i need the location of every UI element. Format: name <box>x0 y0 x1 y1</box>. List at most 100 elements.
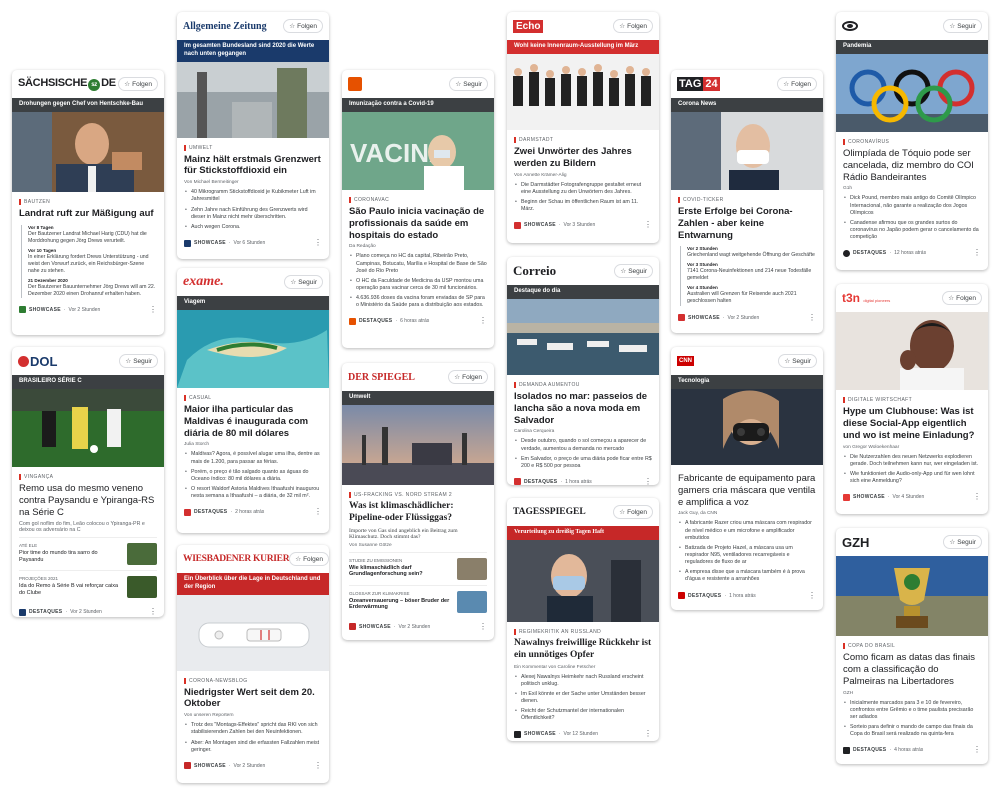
follow-button[interactable]: ☆ Folgen <box>613 505 653 519</box>
card-tag24[interactable]: TAG 24 ☆ Folgen Corona News COVID-TICKER E… <box>671 70 823 333</box>
story-title[interactable]: Maior ilha particular das Maldivas é ina… <box>184 404 322 440</box>
bullet-item[interactable]: Aber: An Montagen sind die erfassten Fal… <box>184 740 322 754</box>
story-title[interactable]: Zwei Unwörter des Jahres werden zu Bilde… <box>514 146 652 170</box>
card-globo[interactable]: ☆ Seguir Pandemia CORONAVÍRUS Olimpíada d… <box>836 12 988 270</box>
timeline-item[interactable]: Der Bautzener Bauunternehmer Jörg Drews … <box>28 284 157 298</box>
more-options-icon[interactable]: ⋮ <box>973 249 981 257</box>
card-estadao[interactable]: ☆ Seguir Imunização contra a Covid-19 VAC… <box>342 70 494 348</box>
story-title[interactable]: Niedrigster Wert seit dem 20. Oktober <box>184 687 322 711</box>
story-title[interactable]: Landrat ruft zur Mäßigung auf <box>19 208 157 220</box>
card-saechsische[interactable]: SÄCHSISCHE sz DE ☆ Folgen Drohungen gegen C… <box>12 70 164 335</box>
follow-button[interactable]: ☆ Folgen <box>118 77 158 91</box>
card-gzh[interactable]: GZH ☆ Seguir COPA DO BRASIL Como ficam as… <box>836 528 988 764</box>
card-echo[interactable]: Echo ☆ Folgen Wohl keine Innenraum-Ausste… <box>507 12 659 243</box>
story-title[interactable]: Olimpíada de Tóquio pode ser cancelada, … <box>843 148 981 184</box>
timeline-item[interactable]: Der Bautzener Landrat Michael Harig (CDU… <box>28 231 157 245</box>
bullet-item[interactable]: Die Darmstädter Fotografengruppe gestalt… <box>514 182 652 196</box>
bullet-item[interactable]: Sorteio para definir o mando de campo da… <box>843 724 981 738</box>
card-correio[interactable]: Correio ☆ Seguir Destaque do dia DEMANDA … <box>507 257 659 485</box>
more-options-icon[interactable]: ⋮ <box>644 730 652 738</box>
bullet-item[interactable]: Batizada de Projeto Hazel, a máscara usa… <box>678 545 816 566</box>
card-cnn[interactable]: CNN ☆ Seguir Tecnologia Fabricante de equ… <box>671 347 823 610</box>
card-t3n[interactable]: t3n digital pioneers ☆ Folgen DIGITALE WI… <box>836 284 988 514</box>
story-title[interactable]: Hype um Clubhouse: Was ist diese Social-… <box>843 406 981 442</box>
card-exame[interactable]: exame. ☆ Seguir Viagem CASUAL Maior ilha … <box>177 268 329 533</box>
card-wiesbadener-kurier[interactable]: WIESBADENER KURIER ☆ Folgen Ein Überblick… <box>177 545 329 783</box>
timeline-item[interactable]: Australien will Grenzen für Reisende auc… <box>687 291 816 305</box>
card-allgemeine-zeitung[interactable]: Allgemeine Zeitung ☆ Folgen Im gesamten B… <box>177 12 329 259</box>
more-options-icon[interactable]: ⋮ <box>314 761 322 770</box>
source-icon <box>184 508 191 516</box>
more-options-icon[interactable]: ⋮ <box>644 477 652 485</box>
bullet-item[interactable]: Alexej Nawalnys Heimkehr nach Russland e… <box>514 674 652 688</box>
bullet-item[interactable]: Inicialmente marcados para 3 e 10 de fev… <box>843 700 981 721</box>
related-story[interactable]: STUDIE ZU EMISSIONEN Wie klimaschädlich d… <box>349 551 487 585</box>
bullet-item[interactable]: Plano começa no HC da capital, Ribeirão … <box>349 253 487 274</box>
more-options-icon[interactable]: ⋮ <box>808 591 816 600</box>
more-options-icon[interactable]: ⋮ <box>479 317 487 325</box>
byline: Von unseren Reportern <box>184 713 234 719</box>
bullet-item[interactable]: A fabricante Razer criou uma máscara com… <box>678 520 816 541</box>
related-story[interactable]: ATÉ ELE Pior time do mundo tira sarro do … <box>19 537 157 570</box>
follow-button[interactable]: ☆ Folgen <box>777 77 817 91</box>
follow-button[interactable]: ☆ Folgen <box>942 291 982 305</box>
bullet-item[interactable]: Wie funktioniert die Audio-only-App und … <box>843 471 981 485</box>
story-title[interactable]: Nawalnys freiwillige Rückkehr ist ein un… <box>514 638 652 662</box>
more-options-icon[interactable]: ⋮ <box>149 305 157 314</box>
follow-button[interactable]: ☆ Folgen <box>448 370 488 384</box>
more-options-icon[interactable]: ⋮ <box>973 493 981 501</box>
story-title[interactable]: Como ficam as datas das finais com a cla… <box>843 652 981 688</box>
bullet-item[interactable]: O HC da Faculdade de Medicina da USP mon… <box>349 278 487 292</box>
related-story[interactable]: PROJEÇÕES 2021 Ida do Remo à Série B vai … <box>19 570 157 603</box>
more-options-icon[interactable]: ⋮ <box>314 239 322 247</box>
more-options-icon[interactable]: ⋮ <box>808 313 816 322</box>
bullet-item[interactable]: Auch wegen Corona. <box>184 224 322 231</box>
bullet-item[interactable]: Porém, o preço é tão salgado quanto as á… <box>184 469 322 483</box>
story-title[interactable]: Remo usa do mesmo veneno contra Paysandu… <box>19 483 157 519</box>
follow-button[interactable]: ☆ Seguir <box>943 19 982 33</box>
story-title[interactable]: São Paulo inicia vacinação de profission… <box>349 206 487 242</box>
follow-button[interactable]: ☆ Folgen <box>613 19 653 33</box>
timeline-item[interactable]: Griechenland wagt weitgehende Öffnung de… <box>687 252 816 259</box>
more-options-icon[interactable]: ⋮ <box>644 221 652 229</box>
bullet-item[interactable]: 4.636.936 doses da vacina foram enviadas… <box>349 295 487 309</box>
bullet-item[interactable]: Em Salvador, o preço de uma diária pode … <box>514 456 652 470</box>
follow-button[interactable]: ☆ Folgen <box>283 19 323 33</box>
follow-button[interactable]: ☆ Seguir <box>119 354 158 368</box>
story-title[interactable]: Isolados no mar: passeios de lancha são … <box>514 391 652 427</box>
story-title[interactable]: Was ist klimaschädlicher: Pipeline-oder … <box>349 501 487 525</box>
story-title[interactable]: Erste Erfolge bei Corona-Zahlen - aber k… <box>678 206 816 242</box>
follow-button[interactable]: ☆ Seguir <box>778 354 817 368</box>
bullet-item[interactable]: 40 Mikrogramm Stickstoffdioxid je Kubikm… <box>184 189 322 203</box>
bullet-item[interactable]: O resort Waldorf Astoria Maldives Ithaaf… <box>184 486 322 500</box>
bullet-item[interactable]: Maldivas? Agora, é possível alugar uma i… <box>184 451 322 465</box>
bullet-item[interactable]: Canadense afirmou que os grandes surtos … <box>843 220 981 241</box>
related-story[interactable]: GLOSSAR ZUR KLIMAKRISE Ozeanversauerung –… <box>349 584 487 618</box>
card-tagesspiegel[interactable]: TAGESSPIEGEL ☆ Folgen Verurteilung zu dre… <box>507 498 659 741</box>
follow-button[interactable]: ☆ Seguir <box>284 275 323 289</box>
timeline-item[interactable]: In einer Erklärung fordert Drews Unterst… <box>28 254 157 275</box>
follow-button[interactable]: ☆ Seguir <box>943 535 982 549</box>
follow-button[interactable]: ☆ Folgen <box>289 552 329 566</box>
card-dol[interactable]: DOL ☆ Seguir BRASILEIRO SÉRIE C VINGANÇA … <box>12 347 164 617</box>
bullet-item[interactable]: Zehn Jahre nach Einführung des Grenzwert… <box>184 207 322 221</box>
more-options-icon[interactable]: ⋮ <box>973 746 981 754</box>
follow-button[interactable]: ☆ Seguir <box>614 264 653 278</box>
bullet-item[interactable]: A empresa disse que a máscara também é à… <box>678 569 816 583</box>
story-title[interactable]: Fabricante de equipamento para gamers cr… <box>678 473 816 509</box>
timeline-item[interactable]: 7141 Corona-Neuinfektionen und 214 neue … <box>687 268 816 282</box>
bullet-item[interactable]: Im Exil könnte er der Sache unter Umstän… <box>514 691 652 705</box>
card-header: DOL ☆ Seguir <box>12 347 164 375</box>
more-options-icon[interactable]: ⋮ <box>479 622 487 631</box>
more-options-icon[interactable]: ⋮ <box>314 508 322 516</box>
bullet-item[interactable]: Trotz des "Montags-Effektes" spricht das… <box>184 722 322 736</box>
bullet-item[interactable]: Desde outubro, quando o sol começou a ap… <box>514 438 652 452</box>
more-options-icon[interactable]: ⋮ <box>149 608 157 616</box>
card-spiegel[interactable]: DER SPIEGEL ☆ Folgen Umwelt US-FRACKING V… <box>342 363 494 640</box>
bullet-item[interactable]: Dick Pound, membro mais antigo do Comitê… <box>843 195 981 216</box>
follow-button[interactable]: ☆ Seguir <box>449 77 488 91</box>
bullet-item[interactable]: Beginn der Schau im öffentlichen Raum is… <box>514 199 652 213</box>
bullet-item[interactable]: Reicht der Schutzmantel der internationa… <box>514 708 652 722</box>
story-title[interactable]: Mainz hält erstmals Grenzwert für Sticks… <box>184 154 322 178</box>
bullet-item[interactable]: Die Nutzerzahlen des neuen Netzwerks exp… <box>843 454 981 468</box>
